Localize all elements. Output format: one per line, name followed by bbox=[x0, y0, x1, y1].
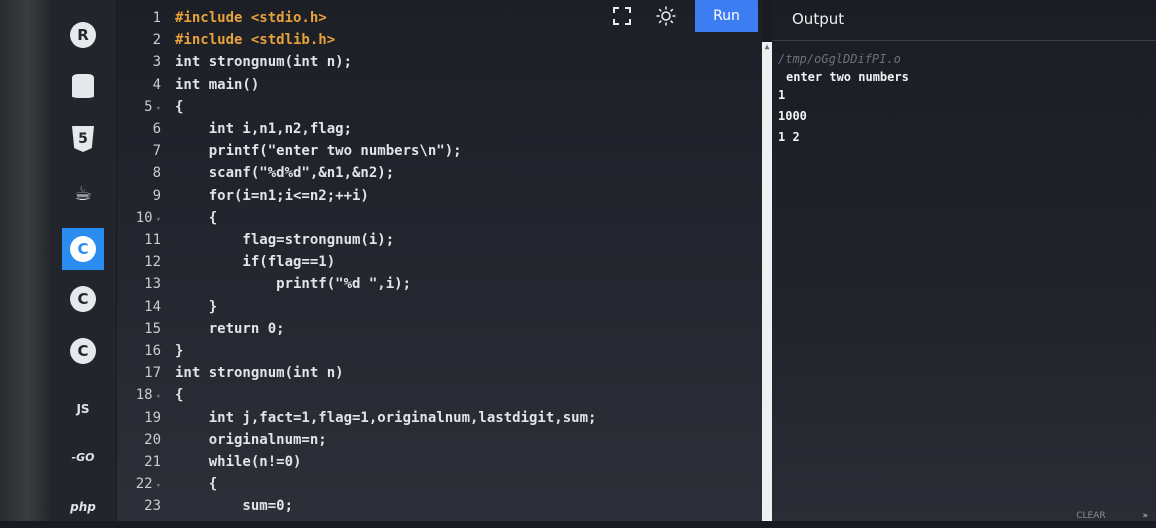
fold-toggle-icon[interactable]: ▾ bbox=[156, 481, 161, 491]
line-number: 19 bbox=[144, 409, 161, 426]
code-line[interactable]: { bbox=[175, 384, 183, 406]
code-line[interactable]: } bbox=[175, 296, 217, 318]
sidebar-item-sql[interactable] bbox=[62, 66, 104, 108]
php-logo-icon: php bbox=[70, 500, 96, 514]
line-number: 5 ▾ bbox=[144, 98, 161, 115]
sidebar-item-html5[interactable]: 5 bbox=[62, 118, 104, 160]
output-line: 1 bbox=[778, 88, 786, 102]
code-line[interactable]: for(i=n1;i<=n2;++i) bbox=[175, 185, 369, 207]
sidebar-item-r[interactable]: R bbox=[62, 14, 104, 56]
line-number: 2 bbox=[152, 32, 161, 49]
c-logo-icon: C bbox=[70, 236, 96, 262]
code-line[interactable]: scanf("%d%d",&n1,&n2); bbox=[175, 162, 394, 184]
line-number: 16 bbox=[144, 343, 161, 359]
code-line[interactable]: sum=0; bbox=[175, 495, 293, 517]
code-editor[interactable]: 1 2 3 4 5 ▾ 6 7 8 9 10 ▾ 11 12 13 14 15 16 17 18 ▾ 19 20 21 22 ▾ 2… bbox=[117, 0, 762, 521]
sidebar-item-java[interactable]: ☕ bbox=[62, 172, 104, 214]
output-panel: Output /tmp/oGglDDifPI.o enter two numbe… bbox=[772, 0, 1156, 521]
code-line[interactable]: int main() bbox=[175, 74, 259, 96]
code-line[interactable]: originalnum=n; bbox=[175, 429, 327, 451]
code-line[interactable]: { bbox=[175, 473, 217, 495]
line-number: 13 bbox=[144, 276, 161, 293]
line-number: 7 bbox=[152, 143, 161, 160]
line-number: 11 bbox=[144, 232, 161, 248]
output-title: Output bbox=[792, 10, 845, 28]
line-number: 17 bbox=[144, 365, 161, 382]
clear-button[interactable]: CLEAR » bbox=[1076, 511, 1148, 521]
output-line: enter two numbers bbox=[786, 70, 909, 84]
csharp-logo-icon: C bbox=[70, 338, 96, 364]
language-sidebar: R 5 ☕ C C C JS -GO php bbox=[50, 0, 117, 521]
code-line[interactable]: { bbox=[175, 207, 217, 229]
output-line: 1000 bbox=[778, 109, 807, 123]
monitor-bezel bbox=[0, 0, 50, 521]
line-number: 14 bbox=[144, 298, 161, 315]
line-number: 3 bbox=[152, 54, 161, 71]
output-line: /tmp/oGglDDifPI.o bbox=[778, 52, 901, 66]
line-number: 4 bbox=[152, 76, 161, 93]
code-line[interactable]: int strongnum(int n) bbox=[175, 362, 344, 384]
fullscreen-icon bbox=[613, 7, 631, 25]
line-number: 15 bbox=[144, 320, 161, 337]
line-number: 20 bbox=[144, 431, 161, 448]
database-icon bbox=[72, 74, 94, 100]
r-logo-icon: R bbox=[70, 22, 96, 48]
line-number: 9 bbox=[152, 187, 161, 204]
sidebar-item-php[interactable]: php bbox=[62, 486, 104, 528]
js-logo-icon: JS bbox=[76, 402, 90, 416]
code-line[interactable]: #include <stdlib.h> bbox=[175, 29, 335, 51]
sidebar-item-js[interactable]: JS bbox=[62, 388, 104, 430]
sidebar-item-cpp[interactable]: C bbox=[62, 278, 104, 320]
line-number: 18 ▾ bbox=[135, 387, 161, 404]
clear-label: CLEAR bbox=[1076, 511, 1106, 521]
code-line[interactable]: #include <stdio.h> bbox=[175, 7, 327, 29]
line-number-gutter: 1 2 3 4 5 ▾ 6 7 8 9 10 ▾ 11 12 13 14 15 16 17 18 ▾ 19 20 21 22 ▾ 2… bbox=[117, 0, 165, 521]
run-button[interactable]: Run bbox=[695, 0, 758, 32]
line-number: 10 ▾ bbox=[135, 209, 161, 226]
fullscreen-button[interactable] bbox=[606, 2, 638, 30]
line-number: 12 bbox=[144, 254, 161, 271]
line-number: 6 bbox=[152, 121, 161, 137]
editor-scrollbar[interactable] bbox=[762, 42, 772, 521]
code-line[interactable]: int j,fact=1,flag=1,originalnum,lastdigi… bbox=[175, 407, 597, 429]
fold-toggle-icon[interactable]: ▾ bbox=[156, 104, 161, 114]
sidebar-item-go[interactable]: -GO bbox=[62, 436, 104, 478]
line-number: 22 ▾ bbox=[135, 476, 161, 493]
output-header: Output bbox=[772, 0, 1156, 41]
code-line[interactable]: printf("enter two numbers\n"); bbox=[175, 140, 462, 162]
line-number: 21 bbox=[144, 454, 161, 470]
code-line[interactable]: } bbox=[175, 340, 183, 362]
expand-icon: » bbox=[1142, 511, 1148, 521]
line-number: 23 bbox=[144, 498, 161, 515]
output-line: 1 2 bbox=[778, 130, 800, 144]
sidebar-item-c[interactable]: C bbox=[62, 228, 104, 270]
scroll-up-icon[interactable]: ▲ bbox=[762, 42, 772, 52]
go-logo-icon: -GO bbox=[71, 450, 95, 464]
code-line[interactable]: int i,n1,n2,flag; bbox=[175, 118, 352, 140]
fold-toggle-icon[interactable]: ▾ bbox=[156, 215, 161, 225]
line-number: 8 bbox=[152, 165, 161, 182]
code-line[interactable]: return 0; bbox=[175, 318, 285, 340]
code-line[interactable]: if(flag==1) bbox=[175, 251, 335, 273]
code-line[interactable]: { bbox=[175, 96, 183, 118]
code-line[interactable]: int strongnum(int n); bbox=[175, 51, 352, 73]
theme-toggle-button[interactable] bbox=[650, 2, 682, 30]
code-line[interactable]: flag=strongnum(i); bbox=[175, 229, 394, 251]
java-cup-icon: ☕ bbox=[74, 181, 92, 205]
html5-icon: 5 bbox=[72, 126, 94, 152]
code-line[interactable]: while(n!=0) bbox=[175, 451, 302, 473]
cpp-logo-icon: C bbox=[70, 286, 96, 312]
sidebar-item-csharp[interactable]: C bbox=[62, 330, 104, 372]
line-number: 1 bbox=[152, 10, 161, 26]
sun-icon bbox=[656, 6, 676, 26]
code-line[interactable]: printf("%d ",i); bbox=[175, 273, 411, 295]
fold-toggle-icon[interactable]: ▾ bbox=[156, 392, 161, 402]
